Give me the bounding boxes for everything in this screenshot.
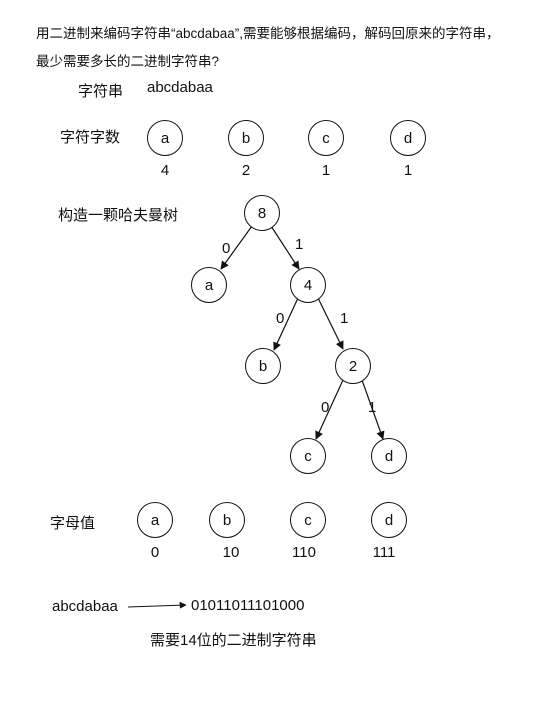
edge-label-n4-b: 0 — [276, 310, 285, 327]
tree-node-b: b — [245, 348, 281, 384]
tree-node-c: c — [290, 438, 326, 474]
encoding-output: 01011011101000 — [191, 597, 305, 614]
tree-node-2: 2 — [335, 348, 371, 384]
codes-label: 字母值 — [50, 515, 96, 532]
code-node-a: a — [137, 502, 173, 538]
tree-node-d: d — [371, 438, 407, 474]
code-value-d: 111 — [372, 544, 396, 561]
tree-node-a: a — [191, 267, 227, 303]
code-value-a: 0 — [150, 544, 160, 561]
edge-label-n4-n2: 1 — [340, 310, 349, 327]
encoding-input: abcdabaa — [52, 598, 118, 615]
code-value-c: 110 — [292, 544, 316, 561]
edge-label-root-n4: 1 — [295, 236, 304, 253]
encoding-conclusion: 需要14位的二进制字符串 — [150, 632, 317, 649]
code-node-b: b — [209, 502, 245, 538]
encoding-arrow — [127, 601, 187, 609]
tree-node-4: 4 — [290, 267, 326, 303]
edge-label-root-a: 0 — [222, 240, 231, 257]
edge-label-n2-c: 0 — [321, 399, 330, 416]
edge-label-n2-d: 1 — [368, 399, 377, 416]
code-node-d: d — [371, 502, 407, 538]
code-value-b: 10 — [222, 544, 240, 561]
code-node-c: c — [290, 502, 326, 538]
tree-node-root: 8 — [244, 195, 280, 231]
